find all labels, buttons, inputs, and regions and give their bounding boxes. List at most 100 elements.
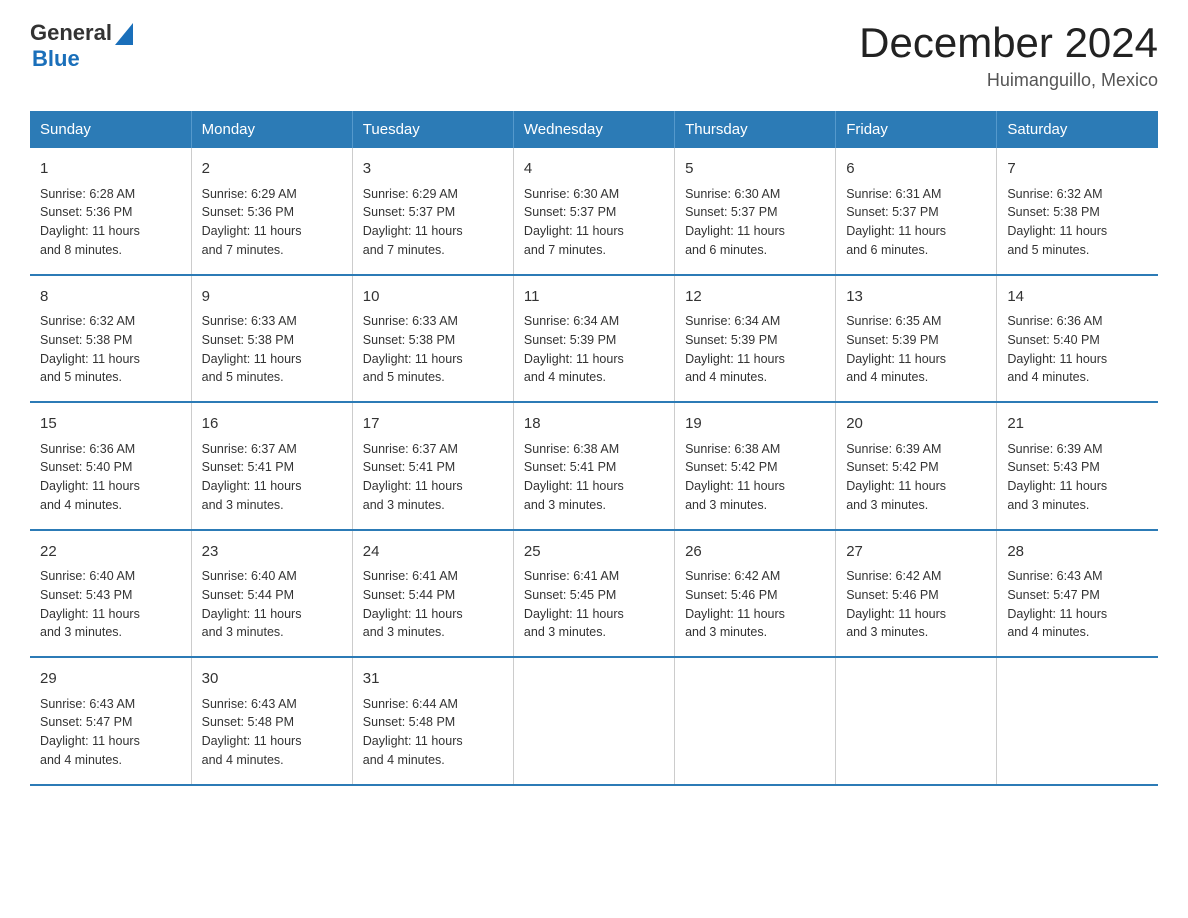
page-header: General Blue December 2024 Huimanguillo,… [30,20,1158,91]
day-number: 30 [202,668,342,691]
day-info: Sunrise: 6:41 AM Sunset: 5:44 PM Dayligh… [363,567,503,642]
day-info: Sunrise: 6:30 AM Sunset: 5:37 PM Dayligh… [685,185,825,260]
calendar-cell: 6 Sunrise: 6:31 AM Sunset: 5:37 PM Daylig… [836,148,997,275]
day-info: Sunrise: 6:29 AM Sunset: 5:37 PM Dayligh… [363,185,503,260]
day-number: 31 [363,668,503,691]
page-subtitle: Huimanguillo, Mexico [859,70,1158,91]
day-info: Sunrise: 6:31 AM Sunset: 5:37 PM Dayligh… [846,185,986,260]
calendar-cell [513,657,674,785]
day-number: 27 [846,541,986,564]
day-info: Sunrise: 6:34 AM Sunset: 5:39 PM Dayligh… [524,312,664,387]
page-title: December 2024 [859,20,1158,66]
day-info: Sunrise: 6:30 AM Sunset: 5:37 PM Dayligh… [524,185,664,260]
calendar-cell: 14 Sunrise: 6:36 AM Sunset: 5:40 PM Dayli… [997,275,1158,403]
day-info: Sunrise: 6:42 AM Sunset: 5:46 PM Dayligh… [846,567,986,642]
calendar-cell: 5 Sunrise: 6:30 AM Sunset: 5:37 PM Daylig… [675,148,836,275]
day-number: 28 [1007,541,1148,564]
day-number: 9 [202,286,342,309]
calendar-cell: 22Sunrise: 6:40 AM Sunset: 5:43 PM Dayli… [30,530,191,658]
calendar-cell: 15 Sunrise: 6:36 AM Sunset: 5:40 PM Dayli… [30,402,191,530]
day-number: 17 [363,413,503,436]
calendar-week-row: 22Sunrise: 6:40 AM Sunset: 5:43 PM Dayli… [30,530,1158,658]
day-info: Sunrise: 6:36 AM Sunset: 5:40 PM Dayligh… [40,440,181,515]
calendar-week-row: 8 Sunrise: 6:32 AM Sunset: 5:38 PM Daylig… [30,275,1158,403]
day-number: 5 [685,158,825,181]
day-number: 29 [40,668,181,691]
day-info: Sunrise: 6:29 AM Sunset: 5:36 PM Dayligh… [202,185,342,260]
calendar-cell: 3 Sunrise: 6:29 AM Sunset: 5:37 PM Daylig… [352,148,513,275]
calendar-week-row: 1 Sunrise: 6:28 AM Sunset: 5:36 PM Daylig… [30,148,1158,275]
day-info: Sunrise: 6:36 AM Sunset: 5:40 PM Dayligh… [1007,312,1148,387]
day-number: 14 [1007,286,1148,309]
calendar-week-row: 15 Sunrise: 6:36 AM Sunset: 5:40 PM Dayli… [30,402,1158,530]
logo-triangle-icon [115,23,133,45]
day-number: 2 [202,158,342,181]
day-number: 4 [524,158,664,181]
logo-general-text: General [30,20,112,46]
day-number: 18 [524,413,664,436]
calendar-cell [997,657,1158,785]
day-number: 15 [40,413,181,436]
day-number: 16 [202,413,342,436]
day-number: 8 [40,286,181,309]
calendar-day-header: Friday [836,111,997,148]
calendar-cell: 18 Sunrise: 6:38 AM Sunset: 5:41 PM Dayli… [513,402,674,530]
day-number: 13 [846,286,986,309]
calendar-cell: 12Sunrise: 6:34 AM Sunset: 5:39 PM Dayli… [675,275,836,403]
calendar-cell [836,657,997,785]
calendar-cell: 25 Sunrise: 6:41 AM Sunset: 5:45 PM Dayli… [513,530,674,658]
day-info: Sunrise: 6:40 AM Sunset: 5:43 PM Dayligh… [40,567,181,642]
day-number: 12 [685,286,825,309]
day-number: 24 [363,541,503,564]
day-info: Sunrise: 6:35 AM Sunset: 5:39 PM Dayligh… [846,312,986,387]
calendar-week-row: 29 Sunrise: 6:43 AM Sunset: 5:47 PM Dayli… [30,657,1158,785]
calendar-day-header: Thursday [675,111,836,148]
calendar-day-header: Saturday [997,111,1158,148]
day-info: Sunrise: 6:32 AM Sunset: 5:38 PM Dayligh… [1007,185,1148,260]
calendar-cell: 23 Sunrise: 6:40 AM Sunset: 5:44 PM Dayli… [191,530,352,658]
calendar-cell: 26Sunrise: 6:42 AM Sunset: 5:46 PM Dayli… [675,530,836,658]
title-section: December 2024 Huimanguillo, Mexico [859,20,1158,91]
calendar-cell: 2 Sunrise: 6:29 AM Sunset: 5:36 PM Daylig… [191,148,352,275]
calendar-cell: 10Sunrise: 6:33 AM Sunset: 5:38 PM Dayli… [352,275,513,403]
calendar-day-header: Wednesday [513,111,674,148]
day-number: 26 [685,541,825,564]
day-number: 25 [524,541,664,564]
day-info: Sunrise: 6:32 AM Sunset: 5:38 PM Dayligh… [40,312,181,387]
calendar-table: SundayMondayTuesdayWednesdayThursdayFrid… [30,111,1158,786]
day-info: Sunrise: 6:40 AM Sunset: 5:44 PM Dayligh… [202,567,342,642]
day-number: 20 [846,413,986,436]
day-number: 11 [524,286,664,309]
day-info: Sunrise: 6:38 AM Sunset: 5:41 PM Dayligh… [524,440,664,515]
calendar-cell: 31 Sunrise: 6:44 AM Sunset: 5:48 PM Dayli… [352,657,513,785]
day-info: Sunrise: 6:43 AM Sunset: 5:47 PM Dayligh… [40,695,181,770]
calendar-cell: 19Sunrise: 6:38 AM Sunset: 5:42 PM Dayli… [675,402,836,530]
logo-blue-text: Blue [32,46,133,72]
day-info: Sunrise: 6:37 AM Sunset: 5:41 PM Dayligh… [202,440,342,515]
calendar-cell: 9Sunrise: 6:33 AM Sunset: 5:38 PM Daylig… [191,275,352,403]
calendar-cell: 7Sunrise: 6:32 AM Sunset: 5:38 PM Daylig… [997,148,1158,275]
day-info: Sunrise: 6:37 AM Sunset: 5:41 PM Dayligh… [363,440,503,515]
day-info: Sunrise: 6:43 AM Sunset: 5:48 PM Dayligh… [202,695,342,770]
calendar-day-header: Tuesday [352,111,513,148]
day-info: Sunrise: 6:44 AM Sunset: 5:48 PM Dayligh… [363,695,503,770]
day-info: Sunrise: 6:39 AM Sunset: 5:43 PM Dayligh… [1007,440,1148,515]
calendar-cell: 29 Sunrise: 6:43 AM Sunset: 5:47 PM Dayli… [30,657,191,785]
calendar-cell: 27 Sunrise: 6:42 AM Sunset: 5:46 PM Dayli… [836,530,997,658]
day-number: 6 [846,158,986,181]
calendar-header-row: SundayMondayTuesdayWednesdayThursdayFrid… [30,111,1158,148]
day-info: Sunrise: 6:43 AM Sunset: 5:47 PM Dayligh… [1007,567,1148,642]
calendar-cell: 16 Sunrise: 6:37 AM Sunset: 5:41 PM Dayli… [191,402,352,530]
calendar-cell [675,657,836,785]
calendar-cell: 21 Sunrise: 6:39 AM Sunset: 5:43 PM Dayli… [997,402,1158,530]
day-number: 21 [1007,413,1148,436]
day-info: Sunrise: 6:28 AM Sunset: 5:36 PM Dayligh… [40,185,181,260]
day-number: 19 [685,413,825,436]
day-info: Sunrise: 6:41 AM Sunset: 5:45 PM Dayligh… [524,567,664,642]
day-info: Sunrise: 6:39 AM Sunset: 5:42 PM Dayligh… [846,440,986,515]
logo: General Blue [30,20,133,72]
day-number: 23 [202,541,342,564]
day-number: 1 [40,158,181,181]
day-number: 3 [363,158,503,181]
calendar-cell: 4 Sunrise: 6:30 AM Sunset: 5:37 PM Daylig… [513,148,674,275]
